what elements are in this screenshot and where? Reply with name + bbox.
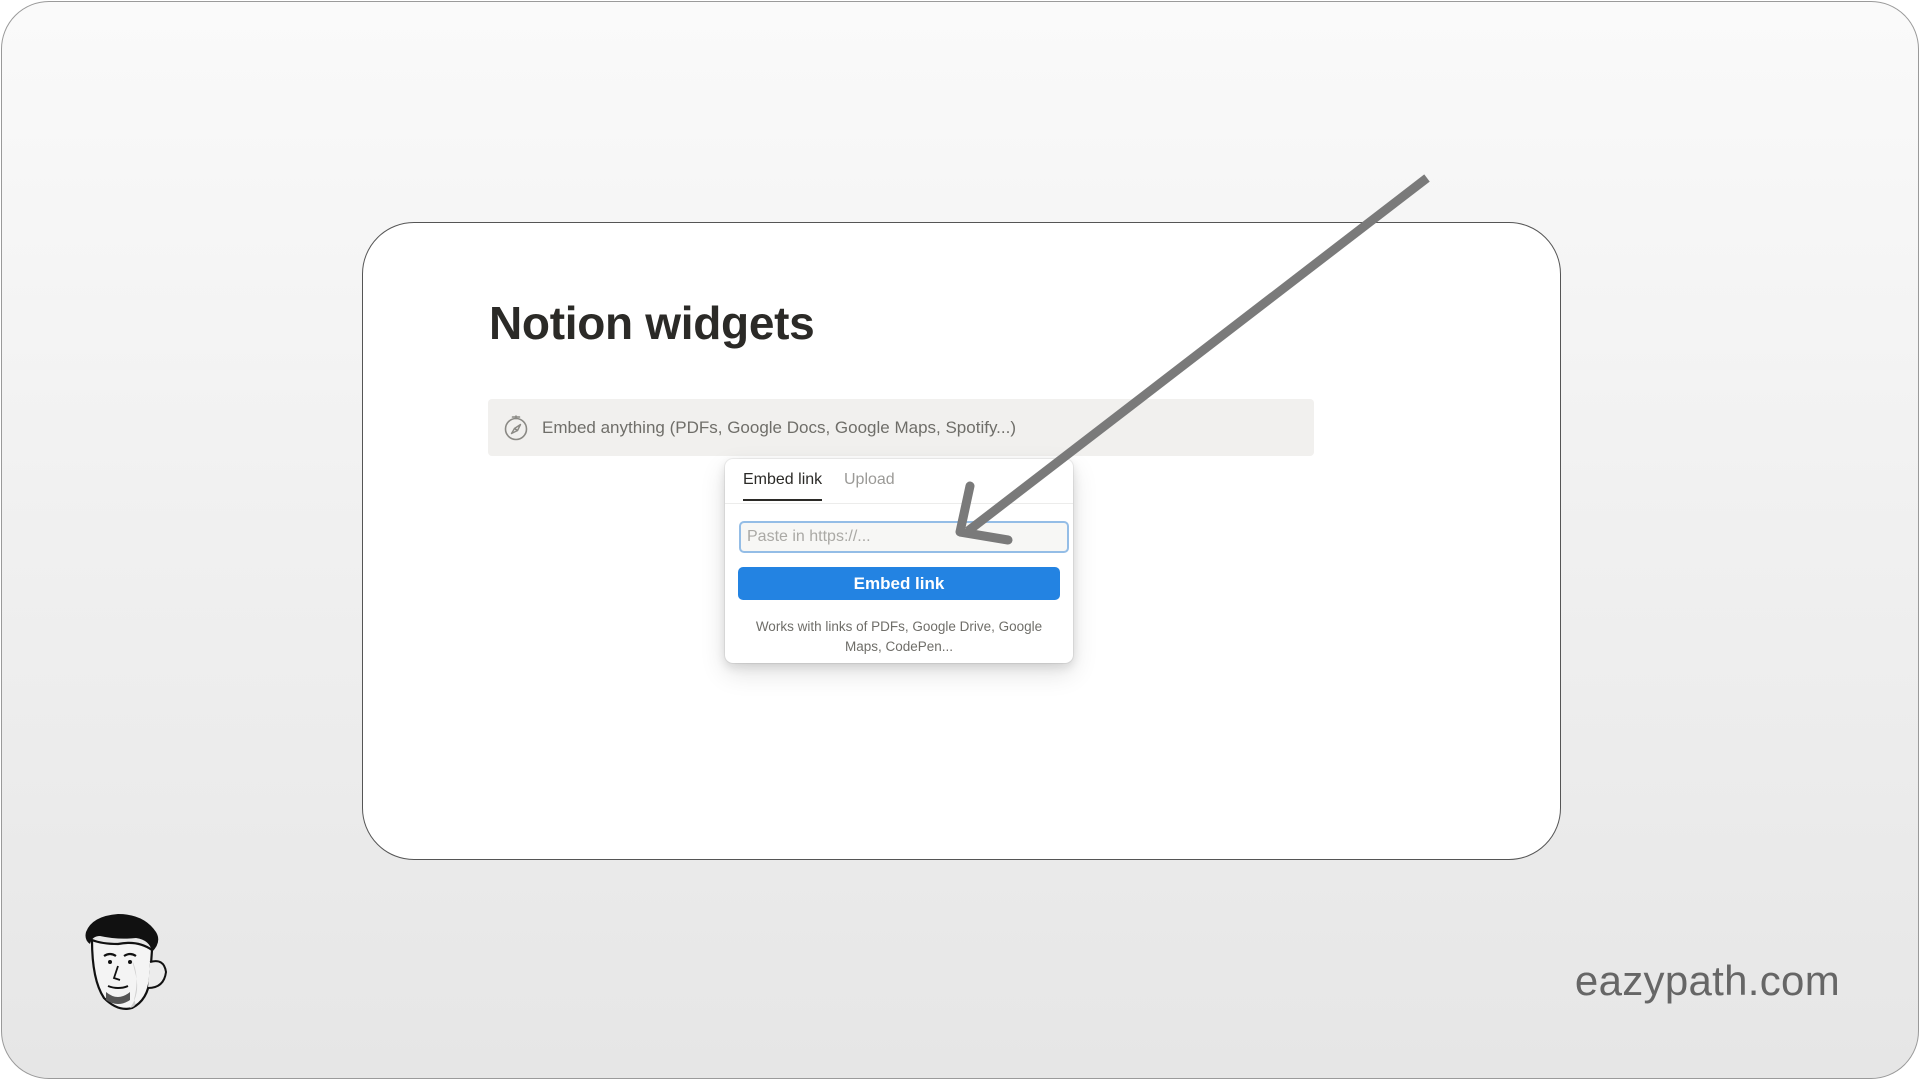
site-label: eazypath.com	[1574, 957, 1840, 1004]
notion-page-card: Notion widgets Embed anything (PDFs, Goo…	[362, 222, 1561, 860]
compass-icon	[504, 414, 528, 440]
embed-block[interactable]: Embed anything (PDFs, Google Docs, Googl…	[488, 399, 1314, 456]
helper-text: Works with links of PDFs, Google Drive, …	[755, 619, 1043, 654]
embed-popover: Embed link Upload Embed link Works with …	[725, 459, 1073, 663]
page-title: Notion widgets	[489, 297, 815, 349]
avatar-illustration	[85, 914, 168, 1010]
tab-upload[interactable]: Upload	[844, 471, 895, 499]
embed-block-hint: Embed anything (PDFs, Google Docs, Googl…	[542, 417, 1017, 437]
popover-tabs: Embed link Upload	[725, 459, 1073, 504]
tab-embed-link[interactable]: Embed link	[743, 471, 823, 501]
url-input[interactable]	[739, 521, 1069, 553]
slide-frame: Notion widgets Embed anything (PDFs, Goo…	[1, 1, 1919, 1079]
embed-link-button[interactable]: Embed link	[738, 567, 1060, 600]
